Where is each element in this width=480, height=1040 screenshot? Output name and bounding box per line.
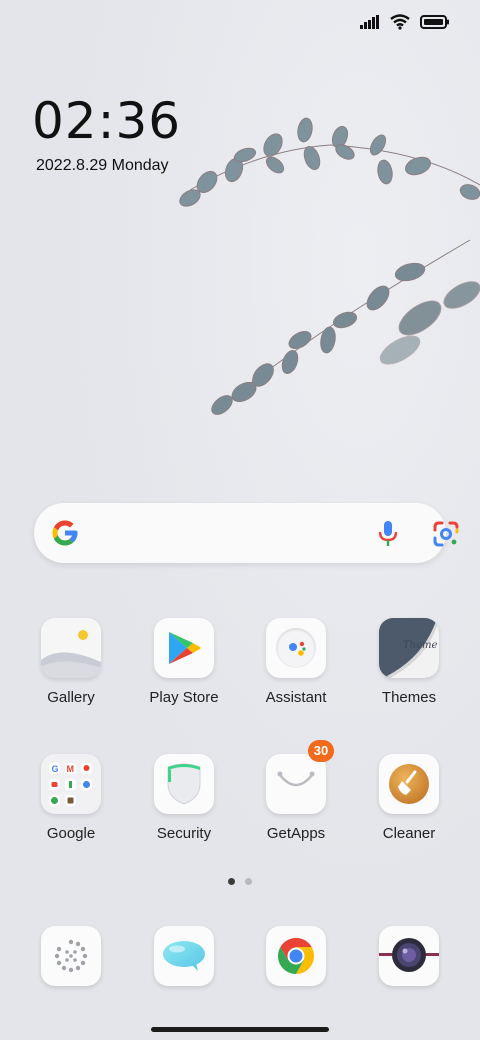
dock-phone[interactable] <box>21 926 121 986</box>
clock-time[interactable]: 02:36 <box>32 92 181 150</box>
themes-icon-text: Theme <box>403 640 438 651</box>
app-google-folder[interactable]: G M Google <box>21 754 121 842</box>
chrome-icon <box>266 926 326 986</box>
google-g-icon <box>52 520 78 546</box>
status-bar <box>360 14 450 30</box>
dock-chrome[interactable] <box>246 926 346 986</box>
play-store-icon <box>154 618 214 678</box>
app-label: Gallery <box>47 689 95 706</box>
phone-dialer-icon <box>41 926 101 986</box>
app-label: Assistant <box>265 689 327 706</box>
home-indicator-bar[interactable] <box>151 1027 329 1032</box>
wifi-icon <box>390 14 410 30</box>
app-label: Play Store <box>149 689 219 706</box>
app-assistant[interactable]: Assistant <box>246 618 346 706</box>
app-label: Cleaner <box>382 825 436 842</box>
page-dot-1[interactable] <box>228 878 235 885</box>
messaging-icon <box>154 926 214 986</box>
camera-icon <box>379 926 439 986</box>
cleaner-broom-icon <box>379 754 439 814</box>
google-search-bar[interactable] <box>34 503 459 563</box>
app-label: Themes <box>381 689 437 706</box>
dock-messages[interactable] <box>134 926 234 986</box>
notification-badge: 30 <box>308 740 334 762</box>
themes-icon: Theme <box>379 618 439 678</box>
svg-text:G: G <box>52 764 59 774</box>
app-security[interactable]: Security <box>134 754 234 842</box>
app-gallery[interactable]: Gallery <box>21 618 121 706</box>
battery-icon <box>420 15 449 29</box>
app-label: Security <box>156 825 212 842</box>
clock-date[interactable]: 2022.8.29 Monday <box>36 157 169 175</box>
app-themes[interactable]: Theme Themes <box>359 618 459 706</box>
signal-icon <box>360 15 379 29</box>
assistant-icon <box>266 618 326 678</box>
google-folder-icon: G M <box>41 754 101 814</box>
page-dot-2[interactable] <box>245 878 252 885</box>
svg-text:M: M <box>67 764 75 774</box>
app-getapps[interactable]: 30 GetApps <box>246 740 346 842</box>
app-cleaner[interactable]: Cleaner <box>359 754 459 842</box>
page-indicator[interactable] <box>228 878 252 885</box>
microphone-icon[interactable] <box>376 520 400 548</box>
getapps-bag-icon <box>266 754 326 814</box>
gallery-icon <box>41 618 101 678</box>
dock-camera[interactable] <box>359 926 459 986</box>
security-shield-icon <box>154 754 214 814</box>
app-label: GetApps <box>266 825 326 842</box>
app-play-store[interactable]: Play Store <box>134 618 234 706</box>
app-label: Google <box>46 825 96 842</box>
google-lens-icon[interactable] <box>432 520 460 548</box>
